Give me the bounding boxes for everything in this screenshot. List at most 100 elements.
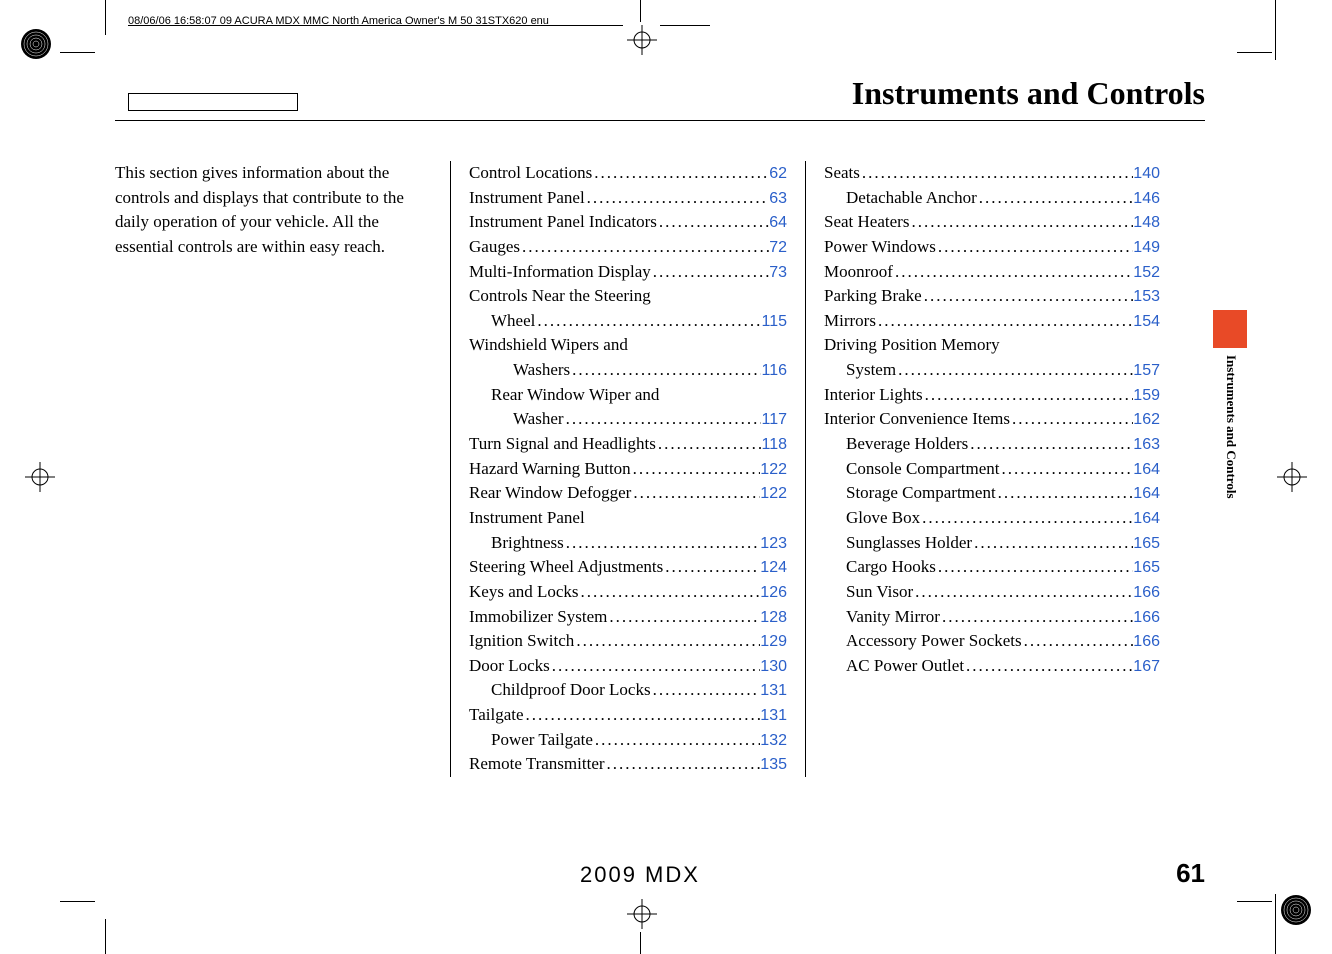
toc-entry: Gauges72 (469, 235, 787, 260)
toc-page-link[interactable]: 164 (1133, 482, 1160, 505)
toc-page-link[interactable]: 73 (769, 261, 787, 284)
toc-label: Steering Wheel Adjustments (469, 555, 663, 580)
toc-page-link[interactable]: 163 (1133, 433, 1160, 456)
toc-page-link[interactable]: 124 (760, 556, 787, 579)
toc-page-link[interactable]: 116 (761, 359, 787, 382)
toc-entry: Seat Heaters148 (824, 210, 1160, 235)
toc-column-2: Seats140Detachable Anchor146Seat Heaters… (805, 161, 1160, 777)
toc-page-link[interactable]: 132 (760, 729, 787, 752)
toc-page-link[interactable]: 130 (760, 655, 787, 678)
toc-label: Ignition Switch (469, 629, 574, 654)
crop-mark (1275, 894, 1277, 954)
toc-label: Rear Window Wiper and (491, 383, 659, 408)
toc-entry: Detachable Anchor146 (824, 186, 1160, 211)
toc-leader-dots (1010, 407, 1133, 432)
crop-mark (1275, 0, 1277, 60)
toc-label: Accessory Power Sockets (846, 629, 1022, 654)
toc-page-link[interactable]: 128 (760, 606, 787, 629)
footer-model: 2009 MDX (580, 862, 700, 888)
toc-page-link[interactable]: 153 (1133, 285, 1160, 308)
toc-leader-dots (940, 605, 1133, 630)
toc-page-link[interactable]: 123 (760, 532, 787, 555)
toc-page-link[interactable]: 64 (769, 211, 787, 234)
toc-page-link[interactable]: 135 (760, 753, 787, 776)
toc-page-link[interactable]: 165 (1133, 532, 1160, 555)
toc-page-link[interactable]: 146 (1133, 187, 1160, 210)
toc-page-link[interactable]: 166 (1133, 630, 1160, 653)
toc-leader-dots (860, 161, 1133, 186)
toc-page-link[interactable]: 167 (1133, 655, 1160, 678)
toc-entry: Sun Visor166 (824, 580, 1160, 605)
toc-page-link[interactable]: 118 (761, 433, 787, 456)
toc-page-link[interactable]: 148 (1133, 211, 1160, 234)
toc-page-link[interactable]: 166 (1133, 581, 1160, 604)
toc-page-link[interactable]: 164 (1133, 507, 1160, 530)
toc-page-link[interactable]: 122 (760, 458, 787, 481)
toc-page-link[interactable]: 157 (1133, 359, 1160, 382)
registration-mark-icon (1277, 462, 1307, 492)
toc-entry: Instrument Panel63 (469, 186, 787, 211)
toc-entry: Mirrors 154 (824, 309, 1160, 334)
toc-entry: Keys and Locks126 (469, 580, 787, 605)
toc-entry: Brightness123 (469, 531, 787, 556)
toc-label: AC Power Outlet (846, 654, 964, 679)
toc-entry: Wheel115 (469, 309, 787, 334)
toc-leader-dots (535, 309, 761, 334)
toc-page-link[interactable]: 131 (760, 679, 787, 702)
toc-leader-dots (605, 752, 761, 777)
toc-leader-dots (520, 235, 769, 260)
toc-entry: Tailgate 131 (469, 703, 787, 728)
toc-entry: Instrument Panel Indicators64 (469, 210, 787, 235)
toc-page-link[interactable]: 162 (1133, 408, 1160, 431)
toc-entry: Power Windows149 (824, 235, 1160, 260)
crop-mark (105, 0, 106, 35)
toc-page-link[interactable]: 72 (769, 236, 787, 259)
crop-mark (60, 901, 95, 902)
toc-page-link[interactable]: 154 (1133, 310, 1160, 333)
toc-label: Hazard Warning Button (469, 457, 631, 482)
toc-page-link[interactable]: 62 (769, 162, 787, 185)
section-tab-label: Instruments and Controls (1223, 355, 1239, 499)
toc-label: Controls Near the Steering (469, 284, 651, 309)
toc-page-link[interactable]: 117 (761, 408, 787, 431)
toc-leader-dots (570, 358, 761, 383)
page-footer: 2009 MDX 61 (115, 858, 1205, 889)
toc-page-link[interactable]: 115 (761, 310, 787, 333)
toc-leader-dots (631, 457, 761, 482)
toc-label: Tailgate (469, 703, 524, 728)
toc-entry: Remote Transmitter135 (469, 752, 787, 777)
toc-entry: Multi-Information Display73 (469, 260, 787, 285)
toc-label: Door Locks (469, 654, 550, 679)
toc-page-link[interactable]: 122 (760, 482, 787, 505)
toc-leader-dots (651, 678, 761, 703)
toc-page-link[interactable]: 166 (1133, 606, 1160, 629)
toc-entry: Moonroof152 (824, 260, 1160, 285)
toc-page-link[interactable]: 149 (1133, 236, 1160, 259)
toc-leader-dots (607, 605, 760, 630)
toc-label: Mirrors (824, 309, 876, 334)
toc-label: Rear Window Defogger (469, 481, 631, 506)
toc-entry: Instrument Panel (469, 506, 787, 531)
toc-label: System (846, 358, 896, 383)
toc-label: Immobilizer System (469, 605, 607, 630)
registration-mark-icon (25, 462, 55, 492)
toc-column-1: Control Locations62Instrument Panel63Ins… (450, 161, 805, 777)
toc-entry: Sunglasses Holder 165 (824, 531, 1160, 556)
toc-page-link[interactable]: 131 (760, 704, 787, 727)
toc-page-link[interactable]: 129 (760, 630, 787, 653)
toc-label: Parking Brake (824, 284, 922, 309)
toc-entry: AC Power Outlet 167 (824, 654, 1160, 679)
toc-page-link[interactable]: 159 (1133, 384, 1160, 407)
toc-page-link[interactable]: 63 (769, 187, 787, 210)
toc-entry: Accessory Power Sockets 166 (824, 629, 1160, 654)
toc-page-link[interactable]: 164 (1133, 458, 1160, 481)
toc-entry: Cargo Hooks165 (824, 555, 1160, 580)
toc-page-link[interactable]: 152 (1133, 261, 1160, 284)
toc-label: Sunglasses Holder (846, 531, 972, 556)
toc-entry: Ignition Switch 129 (469, 629, 787, 654)
toc-leader-dots (657, 210, 769, 235)
toc-page-link[interactable]: 126 (760, 581, 787, 604)
toc-leader-dots (663, 555, 760, 580)
toc-page-link[interactable]: 140 (1133, 162, 1160, 185)
toc-page-link[interactable]: 165 (1133, 556, 1160, 579)
